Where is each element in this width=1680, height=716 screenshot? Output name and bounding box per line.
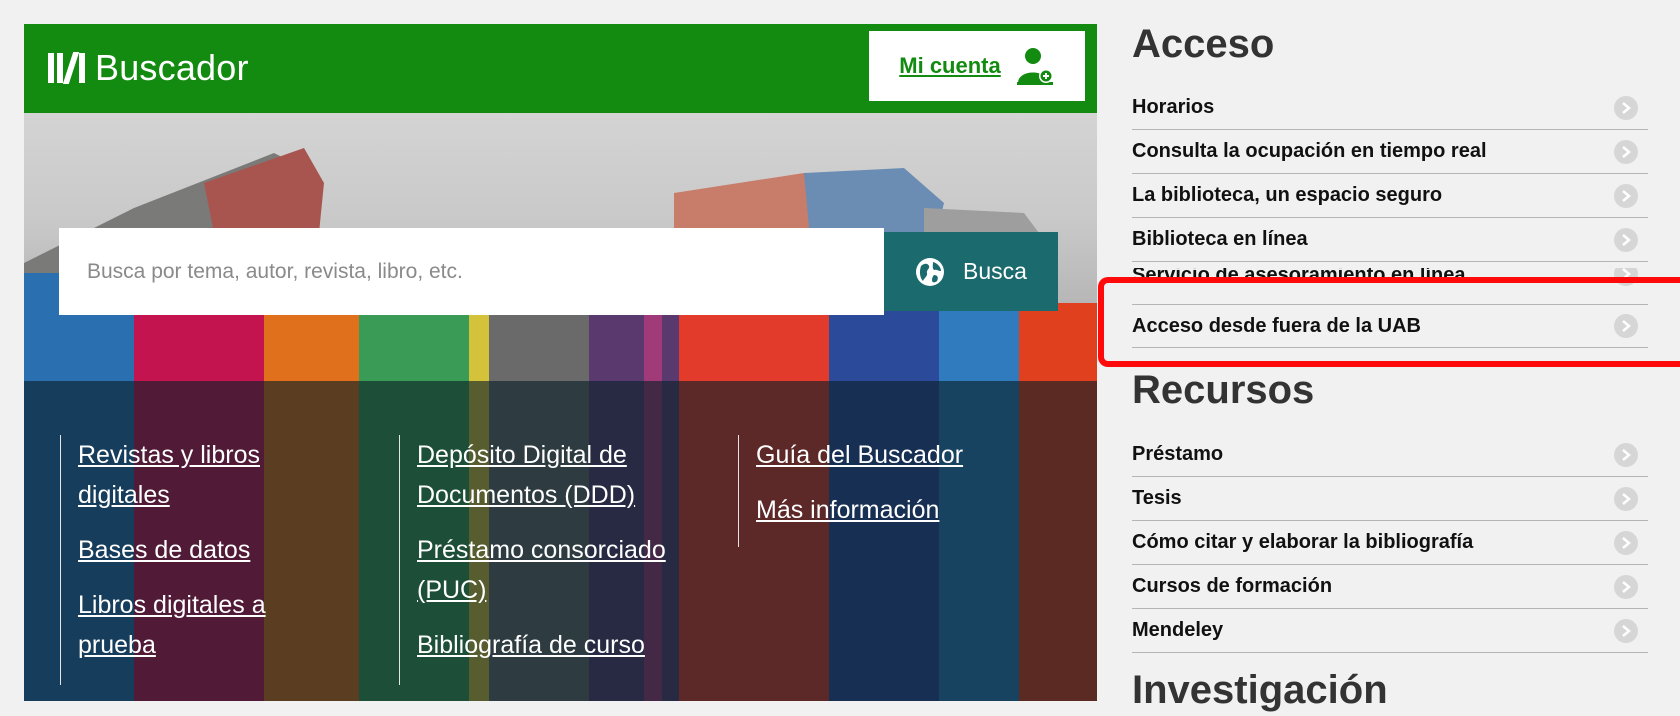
sidebar-item-label: Tesis [1132, 487, 1182, 509]
sidebar-item-espacio-seguro[interactable]: La biblioteca, un espacio seguro [1132, 174, 1648, 218]
library-logo-icon [48, 52, 85, 84]
links-column-1: Revistas y libros digitales Bases de dat… [60, 435, 378, 685]
sidebar-item-horarios[interactable]: Horarios [1132, 86, 1648, 130]
my-account-button[interactable]: Mi cuenta [869, 31, 1085, 101]
globe-icon [916, 257, 945, 286]
chevron-right-icon [1614, 139, 1638, 164]
sidebar-item-tesis[interactable]: Tesis [1132, 477, 1648, 521]
top-bar: Buscador Mi cuenta [24, 24, 1097, 113]
quick-links: Revistas y libros digitales Bases de dat… [24, 435, 1097, 685]
search-panel: Buscador Mi cuenta Busca por tema, autor… [24, 24, 1097, 701]
section-title-acceso: Acceso [1132, 22, 1275, 66]
hero-banner: Busca Revistas y libros digitales Bases … [24, 113, 1097, 701]
sidebar-item-label: Cursos de formación [1132, 575, 1333, 597]
sidebar-item-acceso-fuera-uab[interactable]: Acceso desde fuera de la UAB [1132, 304, 1648, 348]
sidebar-item-biblioteca-en-linea[interactable]: Biblioteca en línea [1132, 218, 1648, 262]
sidebar-item-mendeley[interactable]: Mendeley [1132, 609, 1648, 653]
search-button[interactable]: Busca [884, 232, 1058, 311]
chevron-right-icon [1614, 574, 1638, 599]
section-title-recursos: Recursos [1132, 368, 1315, 412]
link-databases[interactable]: Bases de datos [78, 530, 378, 570]
links-column-3: Guía del Buscador Más información [738, 435, 1056, 547]
search-bar: Busca [59, 228, 1062, 315]
my-account-label: Mi cuenta [899, 53, 1001, 78]
link-course-bibliography[interactable]: Bibliografía de curso [417, 625, 717, 665]
chevron-right-icon [1614, 486, 1638, 511]
search-button-label: Busca [963, 258, 1027, 284]
link-puc-loan[interactable]: Préstamo consorciado (PUC) [417, 530, 702, 610]
chevron-right-icon [1614, 268, 1638, 286]
sidebar-item-asesoramiento[interactable]: Servicio de asesoramiento en línea [1132, 268, 1648, 292]
sidebar-item-cursos[interactable]: Cursos de formación [1132, 565, 1648, 609]
link-ddd[interactable]: Depósito Digital de Documentos (DDD) [417, 435, 677, 515]
sidebar-item-label: Biblioteca en línea [1132, 228, 1308, 250]
link-more-info[interactable]: Más información [756, 490, 1056, 530]
sidebar-item-label: Servicio de asesoramiento en línea [1132, 268, 1466, 286]
chevron-right-icon [1614, 530, 1638, 555]
chevron-right-icon [1614, 442, 1638, 467]
link-digital-journals[interactable]: Revistas y libros digitales [78, 435, 298, 515]
chevron-right-icon [1614, 183, 1638, 208]
page: Buscador Mi cuenta Busca por tema, autor… [0, 0, 1680, 716]
sidebar-item-label: Consulta la ocupación en tiempo real [1132, 140, 1487, 162]
sidebar-item-label: Horarios [1132, 96, 1215, 118]
chevron-right-icon [1614, 618, 1638, 643]
sidebar-item-ocupacion[interactable]: Consulta la ocupación en tiempo real [1132, 130, 1648, 174]
links-column-2: Depósito Digital de Documentos (DDD) Pré… [399, 435, 717, 685]
sidebar-item-label: Préstamo [1132, 443, 1224, 465]
link-trial-ebooks[interactable]: Libros digitales a prueba [78, 585, 308, 665]
logo-text: Buscador [95, 47, 249, 88]
chevron-right-icon [1614, 227, 1638, 252]
sidebar-item-prestamo[interactable]: Préstamo [1132, 433, 1648, 477]
chevron-right-icon [1614, 95, 1638, 120]
sidebar: Acceso Horarios Consulta la ocupación en… [1132, 0, 1652, 716]
search-input[interactable] [59, 228, 884, 315]
link-search-guide[interactable]: Guía del Buscador [756, 435, 1056, 475]
sidebar-item-label: Acceso desde fuera de la UAB [1132, 314, 1421, 337]
sidebar-item-label: Cómo citar y elaborar la bibliografía [1132, 531, 1474, 553]
sidebar-item-citar[interactable]: Cómo citar y elaborar la bibliografía [1132, 521, 1648, 565]
user-add-icon [1016, 48, 1053, 85]
logo[interactable]: Buscador [48, 46, 249, 90]
sidebar-item-label: Mendeley [1132, 619, 1224, 641]
chevron-right-icon [1614, 314, 1638, 338]
section-title-investigacion: Investigación [1132, 668, 1388, 712]
sidebar-item-label: La biblioteca, un espacio seguro [1132, 184, 1443, 206]
